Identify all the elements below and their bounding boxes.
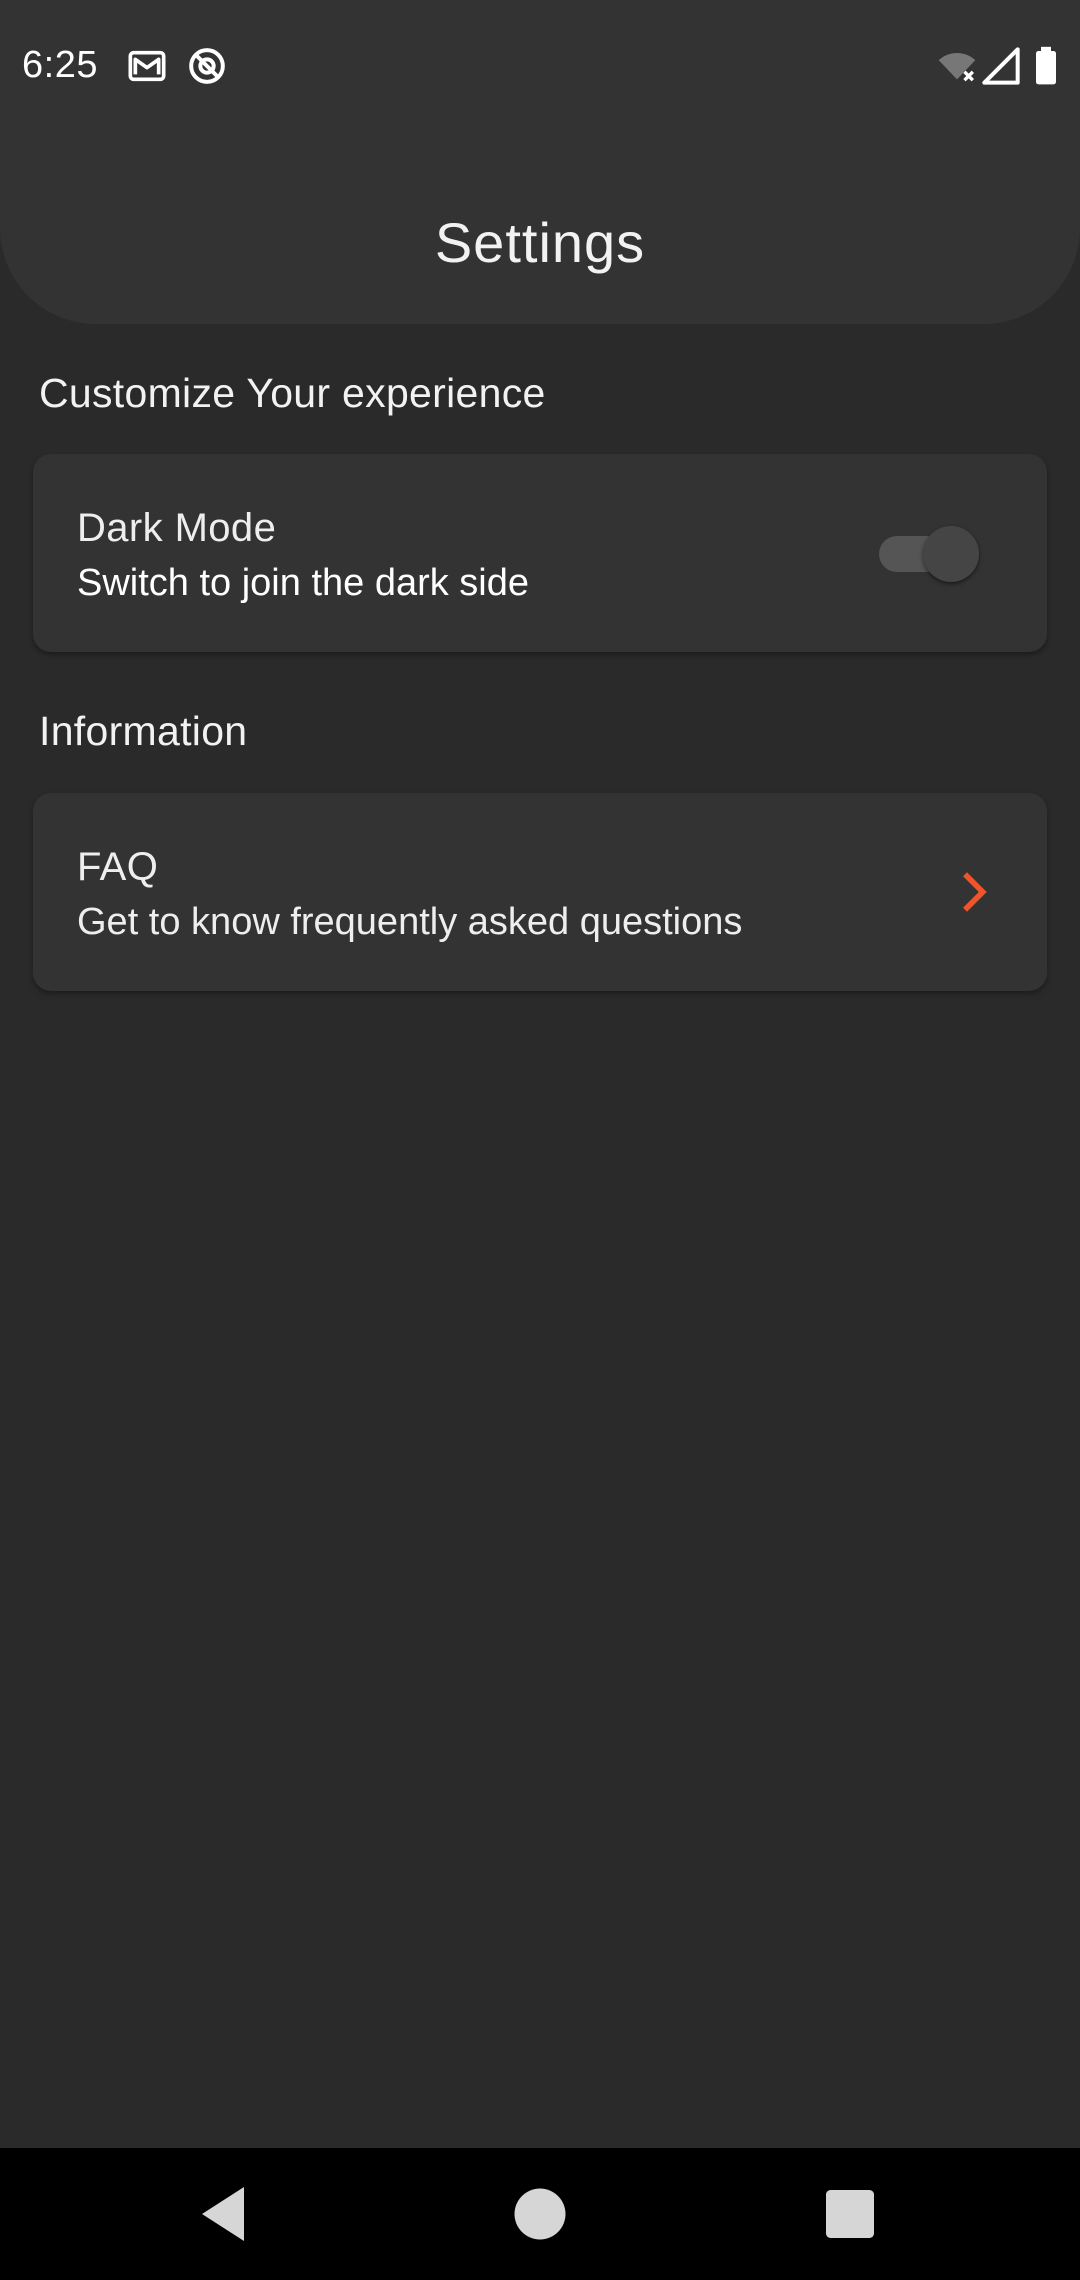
- dark-mode-subtitle: Switch to join the dark side: [77, 562, 530, 604]
- dark-mode-toggle[interactable]: [875, 524, 985, 582]
- signal-icon: [980, 46, 1022, 86]
- faq-subtitle: Get to know frequently asked questions: [77, 901, 743, 943]
- section-header-customize: Customize Your experience: [39, 370, 546, 416]
- settings-screen: 6:25 Settings Customize Your experience …: [0, 0, 1080, 2280]
- dark-mode-card[interactable]: Dark Mode Switch to join the dark side: [33, 454, 1047, 652]
- gmail-icon: [126, 46, 168, 86]
- faq-title: FAQ: [77, 845, 159, 889]
- dark-mode-title: Dark Mode: [77, 506, 277, 550]
- app-bar: 6:25 Settings: [0, 0, 1080, 324]
- status-time: 6:25: [22, 44, 98, 86]
- system-nav-bar: [0, 2148, 1080, 2280]
- toggle-thumb: [923, 526, 979, 582]
- chevron-right-icon[interactable]: [953, 869, 995, 915]
- status-bar: 6:25: [0, 0, 1080, 132]
- page-title: Settings: [434, 211, 646, 274]
- at-sign-icon: [186, 46, 228, 86]
- recents-icon[interactable]: [814, 2178, 886, 2250]
- home-icon[interactable]: [504, 2178, 576, 2250]
- battery-icon: [1030, 46, 1062, 86]
- wifi-off-icon: [934, 46, 980, 86]
- section-header-information: Information: [39, 708, 248, 754]
- back-icon[interactable]: [190, 2178, 262, 2250]
- faq-card[interactable]: FAQ Get to know frequently asked questio…: [33, 793, 1047, 991]
